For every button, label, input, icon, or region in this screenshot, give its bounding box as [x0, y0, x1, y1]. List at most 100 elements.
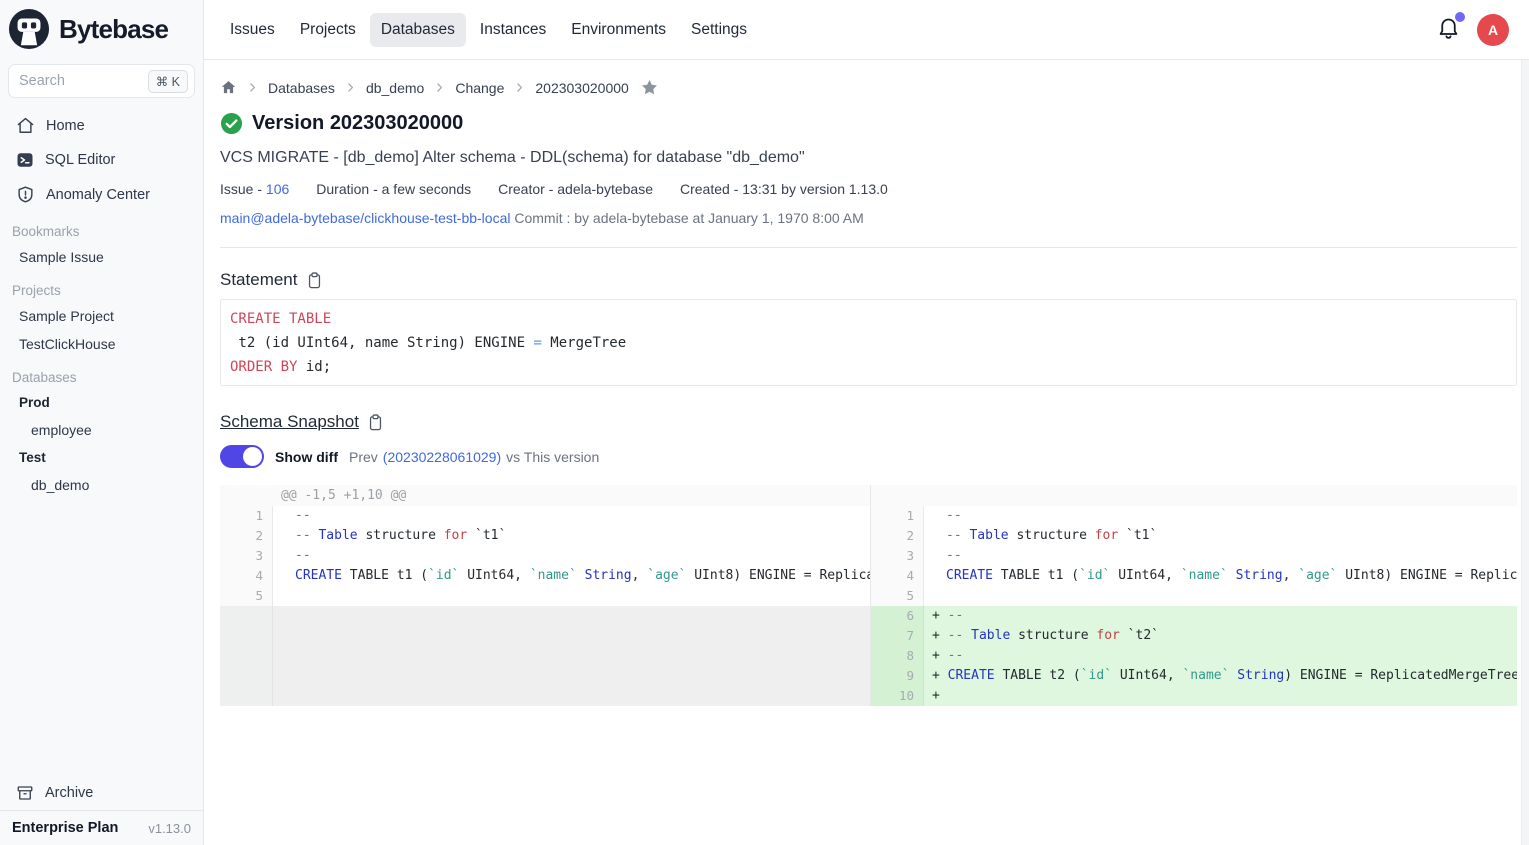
notifications-button[interactable] — [1436, 15, 1461, 45]
meta-label: Issue - — [220, 181, 266, 197]
diff-line-number: 7 — [871, 626, 924, 646]
tab-instances[interactable]: Instances — [469, 13, 557, 47]
breadcrumb-item-change[interactable]: Change — [455, 80, 504, 96]
sidebar: Bytebase Search ⌘ K Home SQL Editor Anomal… — [0, 0, 204, 845]
statement-code-block[interactable]: CREATE TABLE t2 (id UInt64, name String)… — [220, 299, 1517, 386]
clipboard-icon — [367, 413, 384, 432]
diff-line-number: 5 — [220, 586, 273, 606]
chevron-right-icon — [344, 81, 357, 94]
diff-line-code: -- Table structure for `t1` — [273, 526, 870, 546]
diff-line: 4CREATE TABLE t1 (`id` UInt64, `name` St… — [871, 566, 1517, 586]
issue-link[interactable]: 106 — [266, 181, 289, 197]
diff-line-code: -- — [273, 546, 870, 566]
archive-icon — [16, 784, 34, 802]
sidebar-item-label: Home — [46, 118, 85, 134]
statement-line-3: ORDER BY id; — [230, 355, 1516, 379]
diff-line-code: -- Table structure for `t1` — [924, 526, 1517, 546]
diff-line-number: 1 — [220, 506, 273, 526]
version-label: v1.13.0 — [148, 821, 191, 836]
diff-line-code: -- — [924, 546, 1517, 566]
meta-item-1: Duration - a few seconds — [316, 181, 471, 197]
diff-line: 1-- — [220, 506, 870, 526]
search-shortcut-badge: ⌘ K — [148, 70, 188, 93]
diff-left-pane: @@ -1,5 +1,10 @@1--2-- Table structure f… — [220, 485, 871, 706]
sidebar-item-db-demo[interactable]: db_demo — [0, 471, 203, 499]
diff-line: 7+ -- Table structure for `t2` — [871, 626, 1517, 646]
schema-diff-viewer[interactable]: @@ -1,5 +1,10 @@1--2-- Table structure f… — [220, 485, 1517, 706]
sidebar-sections: BookmarksSample IssueProjectsSample Proj… — [0, 212, 203, 499]
sidebar-item-test[interactable]: Test — [0, 444, 203, 471]
sidebar-item-archive[interactable]: Archive — [0, 776, 203, 810]
search-input[interactable]: Search ⌘ K — [8, 64, 195, 98]
tab-environments[interactable]: Environments — [560, 13, 677, 47]
diff-line: 6+ -- — [871, 606, 1517, 626]
diff-line: 3-- — [220, 546, 870, 566]
copy-statement-button[interactable] — [306, 271, 323, 290]
sidebar-section-projects: Projects — [0, 271, 203, 302]
toggle-knob — [243, 447, 262, 466]
diff-line-number: 8 — [871, 646, 924, 666]
branch-link[interactable]: main@adela-bytebase/clickhouse-test-bb-l… — [220, 210, 510, 226]
tab-projects[interactable]: Projects — [289, 13, 367, 47]
section-divider — [220, 247, 1517, 248]
diff-line-number: 3 — [220, 546, 273, 566]
scrollbar[interactable] — [1521, 60, 1529, 845]
avatar[interactable]: A — [1477, 14, 1509, 46]
sidebar-nav: Home SQL Editor Anomaly Center — [0, 108, 203, 212]
diff-line-number: 10 — [871, 686, 924, 706]
notification-badge — [1455, 12, 1465, 22]
terminal-icon — [16, 151, 34, 169]
main-content: Databases db_demo Change 202303020000 Versi… — [204, 60, 1529, 845]
topnav-tabs: IssuesProjectsDatabasesInstancesEnvironm… — [219, 13, 758, 47]
diff-line: 3-- — [871, 546, 1517, 566]
diff-line: 4CREATE TABLE t1 (`id` UInt64, `name` St… — [220, 566, 870, 586]
schema-snapshot-heading[interactable]: Schema Snapshot — [220, 412, 359, 432]
sidebar-item-prod[interactable]: Prod — [0, 389, 203, 416]
sidebar-section-bookmarks: Bookmarks — [0, 212, 203, 243]
diff-line: 2-- Table structure for `t1` — [220, 526, 870, 546]
diff-line-code: -- — [273, 506, 870, 526]
diff-line-code: + -- — [924, 606, 1517, 626]
chevron-right-icon — [433, 81, 446, 94]
check-circle-icon — [220, 112, 243, 135]
diff-line-number: 2 — [871, 526, 924, 546]
sidebar-item-anomaly-center[interactable]: Anomaly Center — [0, 177, 203, 212]
migration-subtitle: VCS MIGRATE - [db_demo] Alter schema - D… — [220, 149, 1517, 167]
brand-name: Bytebase — [59, 14, 168, 45]
breadcrumb-item-202303020000[interactable]: 202303020000 — [535, 80, 628, 96]
commit-row: main@adela-bytebase/clickhouse-test-bb-l… — [220, 210, 1517, 226]
diff-line-code: + -- — [924, 646, 1517, 666]
page-title: Version 202303020000 — [252, 112, 463, 135]
tab-issues[interactable]: Issues — [219, 13, 286, 47]
bytebase-logo[interactable]: Bytebase — [0, 0, 203, 56]
diff-line-code — [273, 586, 870, 606]
diff-hunk-header — [871, 485, 1517, 506]
diff-line: 1-- — [871, 506, 1517, 526]
show-diff-toggle[interactable] — [220, 445, 264, 468]
sidebar-item-sample-issue[interactable]: Sample Issue — [0, 243, 203, 271]
bytebase-robot-logo — [8, 8, 50, 50]
meta-item-3: Created - 13:31 by version 1.13.0 — [680, 181, 888, 197]
sidebar-item-employee[interactable]: employee — [0, 416, 203, 444]
tab-settings[interactable]: Settings — [680, 13, 758, 47]
home-icon — [16, 116, 35, 135]
copy-snapshot-button[interactable] — [367, 413, 384, 432]
prev-version-link[interactable]: (20230228061029) — [383, 449, 501, 465]
home-breadcrumb-icon[interactable] — [220, 79, 237, 96]
bookmark-star-icon[interactable] — [640, 78, 659, 97]
commit-text: Commit : by adela-bytebase at January 1,… — [510, 210, 863, 226]
tab-databases[interactable]: Databases — [370, 13, 466, 47]
search-placeholder: Search — [19, 73, 65, 89]
meta-row: Issue - 106 Duration - a few seconds Creat… — [220, 181, 1517, 197]
diff-line-number: 1 — [871, 506, 924, 526]
sidebar-item-sample-project[interactable]: Sample Project — [0, 302, 203, 330]
sidebar-item-testclickhouse[interactable]: TestClickHouse — [0, 330, 203, 358]
breadcrumb-item-databases[interactable]: Databases — [268, 80, 335, 96]
breadcrumb-item-db-demo[interactable]: db_demo — [366, 80, 424, 96]
sidebar-item-sql-editor[interactable]: SQL Editor — [0, 143, 203, 177]
sidebar-item-home[interactable]: Home — [0, 108, 203, 143]
diff-line-code: + — [924, 686, 1517, 706]
sidebar-item-label: Anomaly Center — [46, 187, 150, 203]
diff-line-number: 4 — [220, 566, 273, 586]
diff-line-code: CREATE TABLE t1 (`id` UInt64, `name` Str… — [924, 566, 1517, 586]
